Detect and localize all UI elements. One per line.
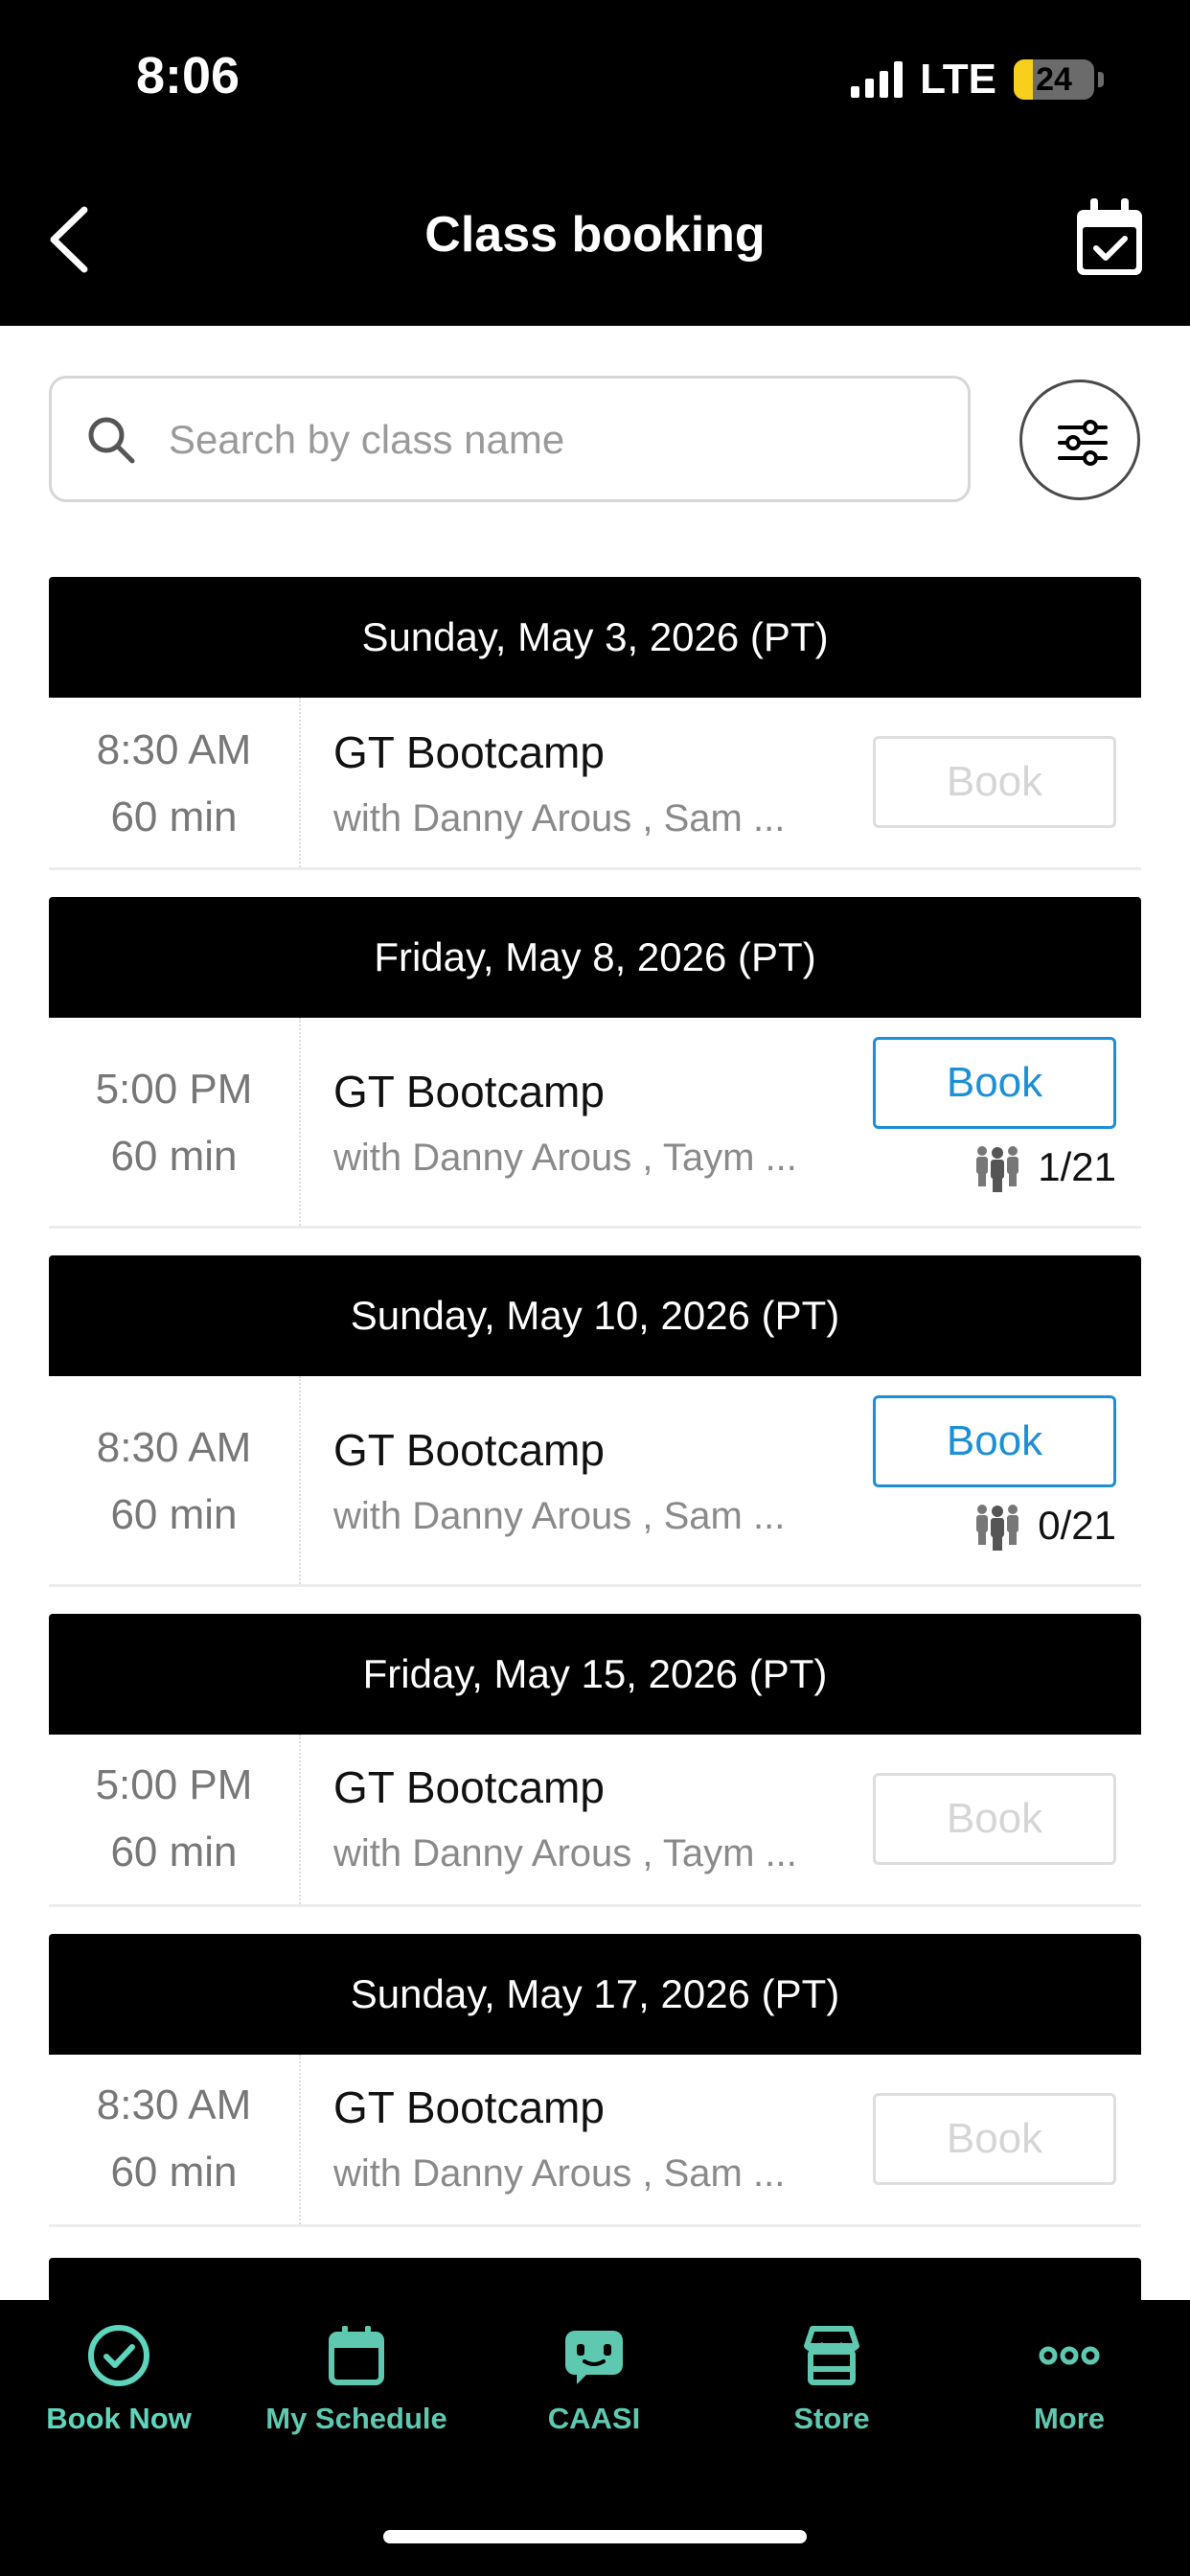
- navigation-bar: Class booking: [0, 158, 1190, 326]
- tab-store[interactable]: Store: [713, 2321, 950, 2436]
- people-icon: [976, 1146, 1019, 1192]
- day-section: Sunday, May 10, 2026 (PT) 8:30 AM 60 min…: [49, 1255, 1141, 1587]
- class-name: GT Bootcamp: [333, 1762, 605, 1812]
- tab-label: Store: [793, 2402, 870, 2435]
- class-row: 8:30 AM 60 min GT Bootcamp with Danny Ar…: [49, 2055, 1141, 2227]
- battery-level: 24: [1036, 61, 1072, 98]
- class-row: 5:00 PM 60 min GT Bootcamp with Danny Ar…: [49, 1018, 1141, 1229]
- home-indicator[interactable]: [383, 2530, 807, 2543]
- class-row: 8:30 AM 60 min GT Bootcamp with Danny Ar…: [49, 698, 1141, 870]
- calendar-icon: [329, 2326, 384, 2385]
- class-info: GT Bootcamp with Danny Arous , Sam ...: [333, 1376, 851, 1538]
- status-bar: 8:06 LTE 24: [0, 0, 1190, 158]
- search-box: [49, 376, 971, 502]
- class-info: GT Bootcamp with Danny Arous , Sam ...: [333, 698, 851, 840]
- store-icon: [804, 2326, 859, 2385]
- class-time: 8:30 AM: [96, 2082, 252, 2128]
- class-duration: 60 min: [110, 794, 238, 840]
- class-row: 8:30 AM 60 min GT Bootcamp with Danny Ar…: [49, 1376, 1141, 1587]
- day-header: Friday, May 8, 2026 (PT): [49, 897, 1141, 1018]
- search-input[interactable]: [169, 398, 945, 482]
- day-section: Friday, May 15, 2026 (PT) 5:00 PM 60 min…: [49, 1614, 1141, 1907]
- book-button[interactable]: Book: [873, 1037, 1116, 1129]
- sliders-icon: [1058, 420, 1108, 466]
- class-info: GT Bootcamp with Danny Arous , Taym ...: [333, 1735, 851, 1875]
- class-instructors: with Danny Arous , Taym ...: [333, 1832, 797, 1874]
- tab-label: My Schedule: [265, 2402, 447, 2435]
- day-header: Friday, May 15, 2026 (PT): [49, 1614, 1141, 1735]
- class-time-column: 8:30 AM 60 min: [49, 2055, 301, 2224]
- class-time-column: 8:30 AM 60 min: [49, 1376, 301, 1584]
- class-name: GT Bootcamp: [333, 727, 605, 777]
- class-duration: 60 min: [110, 1133, 238, 1180]
- capacity-count: 1/21: [1038, 1144, 1116, 1189]
- chat-bot-icon: [565, 2331, 623, 2384]
- battery-tip: [1098, 72, 1104, 87]
- class-time: 5:00 PM: [95, 1066, 253, 1113]
- people-icon: [976, 1505, 1019, 1551]
- day-header: Sunday, May 3, 2026 (PT): [49, 577, 1141, 698]
- day-section: Friday, May 8, 2026 (PT) 5:00 PM 60 min …: [49, 897, 1141, 1229]
- day-section: Sunday, May 3, 2026 (PT) 8:30 AM 60 min …: [49, 577, 1141, 870]
- day-header: Sunday, May 17, 2026 (PT): [49, 1934, 1141, 2055]
- class-name: GT Bootcamp: [333, 2082, 605, 2132]
- class-instructors: with Danny Arous , Taym ...: [333, 1137, 797, 1179]
- class-time: 8:30 AM: [96, 1424, 252, 1471]
- network-type: LTE: [920, 56, 996, 103]
- signal-icon: [851, 61, 904, 98]
- class-time: 8:30 AM: [96, 726, 252, 773]
- book-button[interactable]: Book: [873, 736, 1116, 828]
- class-booking-screen: 8:06 LTE 24 Class booking Search by clas…: [0, 0, 1190, 2576]
- tab-label: Book Now: [46, 2402, 192, 2435]
- book-button[interactable]: Book: [873, 2093, 1116, 2185]
- class-name: GT Bootcamp: [333, 1425, 605, 1475]
- page-title: Class booking: [424, 207, 766, 263]
- book-button[interactable]: Book: [873, 1395, 1116, 1487]
- filter-button[interactable]: [1019, 380, 1140, 500]
- capacity-indicator: 1/21: [973, 1142, 1116, 1192]
- class-list: Sunday, May 3, 2026 (PT) 8:30 AM 60 min …: [49, 577, 1141, 2254]
- tab-label: CAASI: [547, 2402, 641, 2435]
- status-indicators: LTE 24: [851, 56, 1104, 104]
- class-name: GT Bootcamp: [333, 1067, 605, 1116]
- class-instructors: with Danny Arous , Sam ...: [333, 2152, 786, 2195]
- class-duration: 60 min: [110, 1491, 238, 1538]
- status-time: 8:06: [136, 47, 240, 104]
- book-button[interactable]: Book: [873, 1773, 1116, 1865]
- tab-my-schedule[interactable]: My Schedule: [238, 2321, 475, 2436]
- class-time-column: 5:00 PM 60 min: [49, 1018, 301, 1226]
- capacity-count: 0/21: [1038, 1503, 1116, 1548]
- class-time-column: 5:00 PM 60 min: [49, 1735, 301, 1904]
- battery-icon: 24: [1014, 59, 1094, 100]
- class-info: GT Bootcamp with Danny Arous , Sam ...: [333, 2055, 851, 2196]
- class-instructors: with Danny Arous , Sam ...: [333, 1495, 786, 1537]
- class-time: 5:00 PM: [95, 1761, 253, 1808]
- class-duration: 60 min: [110, 2149, 238, 2196]
- capacity-indicator: 0/21: [973, 1501, 1116, 1551]
- day-section: Sunday, May 17, 2026 (PT) 8:30 AM 60 min…: [49, 1934, 1141, 2227]
- class-instructors: with Danny Arous , Sam ...: [333, 797, 786, 840]
- day-header: Sunday, May 10, 2026 (PT): [49, 1255, 1141, 1376]
- check-circle-icon: [88, 2325, 149, 2386]
- tab-more[interactable]: More: [950, 2321, 1188, 2436]
- tab-book-now[interactable]: Book Now: [0, 2321, 238, 2436]
- class-duration: 60 min: [110, 1828, 238, 1875]
- calendar-check-icon: [1077, 198, 1142, 275]
- calendar-button[interactable]: [1071, 195, 1148, 281]
- tab-caasi[interactable]: CAASI: [475, 2321, 713, 2436]
- search-icon: [88, 417, 135, 464]
- class-info: GT Bootcamp with Danny Arous , Taym ...: [333, 1018, 851, 1180]
- tab-label: More: [1033, 2402, 1106, 2435]
- more-dots-icon: [1039, 2346, 1100, 2365]
- class-time-column: 8:30 AM 60 min: [49, 698, 301, 867]
- class-row: 5:00 PM 60 min GT Bootcamp with Danny Ar…: [49, 1735, 1141, 1907]
